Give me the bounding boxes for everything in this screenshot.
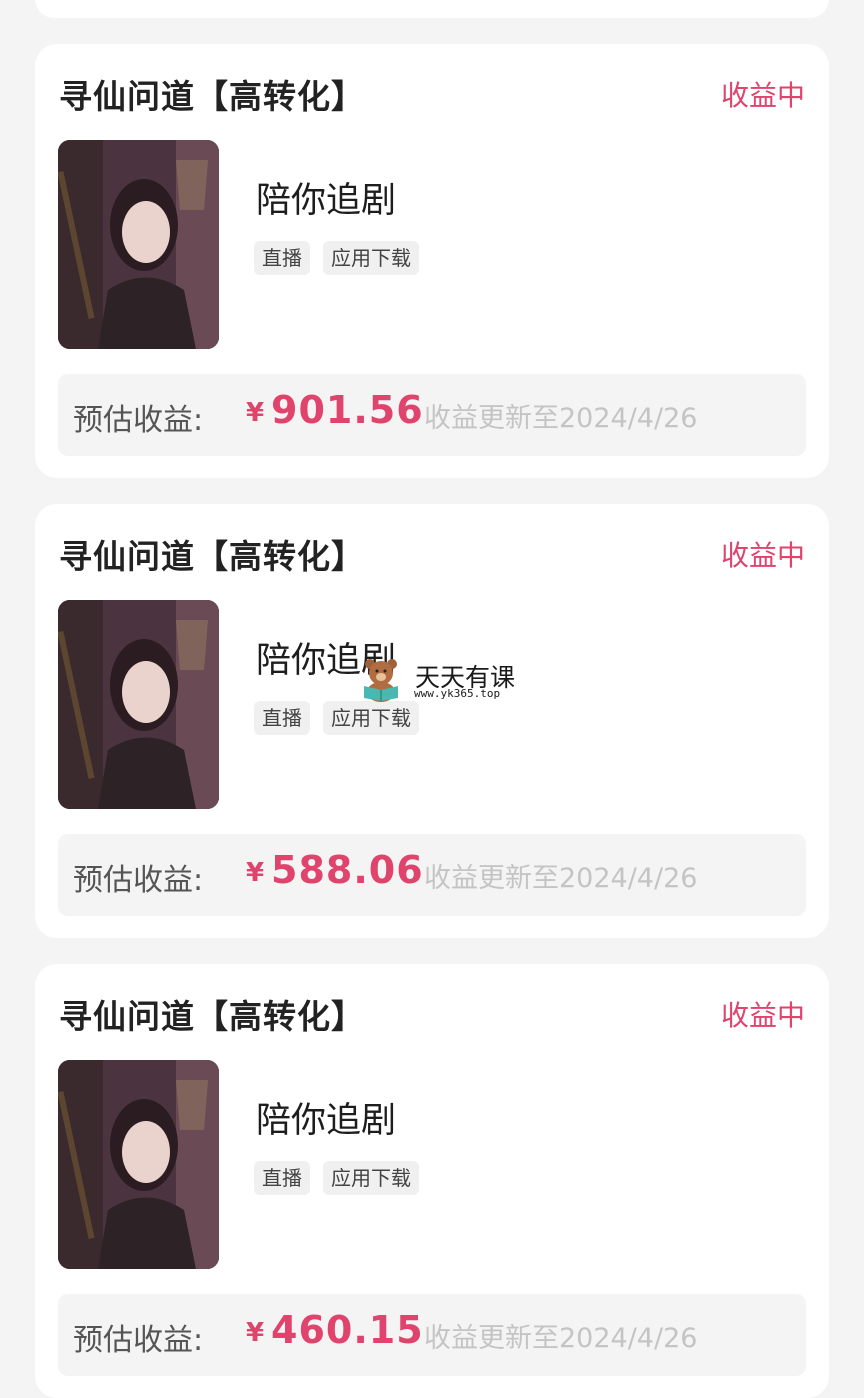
drama-cover-image[interactable]: [58, 600, 219, 809]
card-partial-top: [35, 0, 829, 18]
currency-symbol: ¥: [246, 398, 265, 428]
bear-reading-icon: [358, 656, 404, 702]
watermark: 天天有课 www.yk365.top: [358, 656, 528, 704]
earnings-label: 预估收益:: [73, 863, 204, 898]
update-date-text: 收益更新至2024/4/26: [424, 403, 698, 434]
tag-app-download: 应用下载: [323, 241, 419, 275]
tag-live: 直播: [254, 701, 310, 735]
earnings-value: 460.15: [271, 1308, 424, 1352]
earnings-box: 预估收益: ¥ 901.56 收益更新至2024/4/26: [58, 374, 806, 456]
card-title: 寻仙问道【高转化】: [59, 997, 365, 1036]
earnings-value: 901.56: [271, 388, 424, 432]
status-badge: 收益中: [720, 539, 805, 572]
currency-symbol: ¥: [246, 1318, 265, 1348]
drama-name: 陪你追剧: [256, 1101, 397, 1141]
tag-app-download: 应用下载: [323, 701, 419, 735]
drama-cover-image[interactable]: [58, 140, 219, 349]
tag-live: 直播: [254, 1161, 310, 1195]
tag-live: 直播: [254, 241, 310, 275]
task-card[interactable]: 寻仙问道【高转化】 收益中 陪你追剧 直播 应用下载 预估收益: ¥ 460.1…: [35, 964, 829, 1398]
earnings-value: 588.06: [271, 848, 424, 892]
drama-name: 陪你追剧: [256, 181, 397, 221]
earnings-box: 预估收益: ¥ 460.15 收益更新至2024/4/26: [58, 1294, 806, 1376]
earnings-label: 预估收益:: [73, 1323, 204, 1358]
watermark-url: www.yk365.top: [414, 687, 501, 700]
earnings-box: 预估收益: ¥ 588.06 收益更新至2024/4/26: [58, 834, 806, 916]
tag-app-download: 应用下载: [323, 1161, 419, 1195]
update-date-text: 收益更新至2024/4/26: [424, 863, 698, 894]
task-card[interactable]: 寻仙问道【高转化】 收益中 陪你追剧 直播 应用下载 预估收益: ¥ 901.5…: [35, 44, 829, 478]
card-title: 寻仙问道【高转化】: [59, 537, 365, 576]
card-title: 寻仙问道【高转化】: [59, 77, 365, 116]
status-badge: 收益中: [720, 79, 805, 112]
status-badge: 收益中: [720, 999, 805, 1032]
update-date-text: 收益更新至2024/4/26: [424, 1323, 698, 1354]
currency-symbol: ¥: [246, 858, 265, 888]
drama-cover-image[interactable]: [58, 1060, 219, 1269]
task-card[interactable]: 寻仙问道【高转化】 收益中 陪你追剧 直播 应用下载 预估收益: ¥ 588.0…: [35, 504, 829, 938]
earnings-label: 预估收益:: [73, 403, 204, 438]
